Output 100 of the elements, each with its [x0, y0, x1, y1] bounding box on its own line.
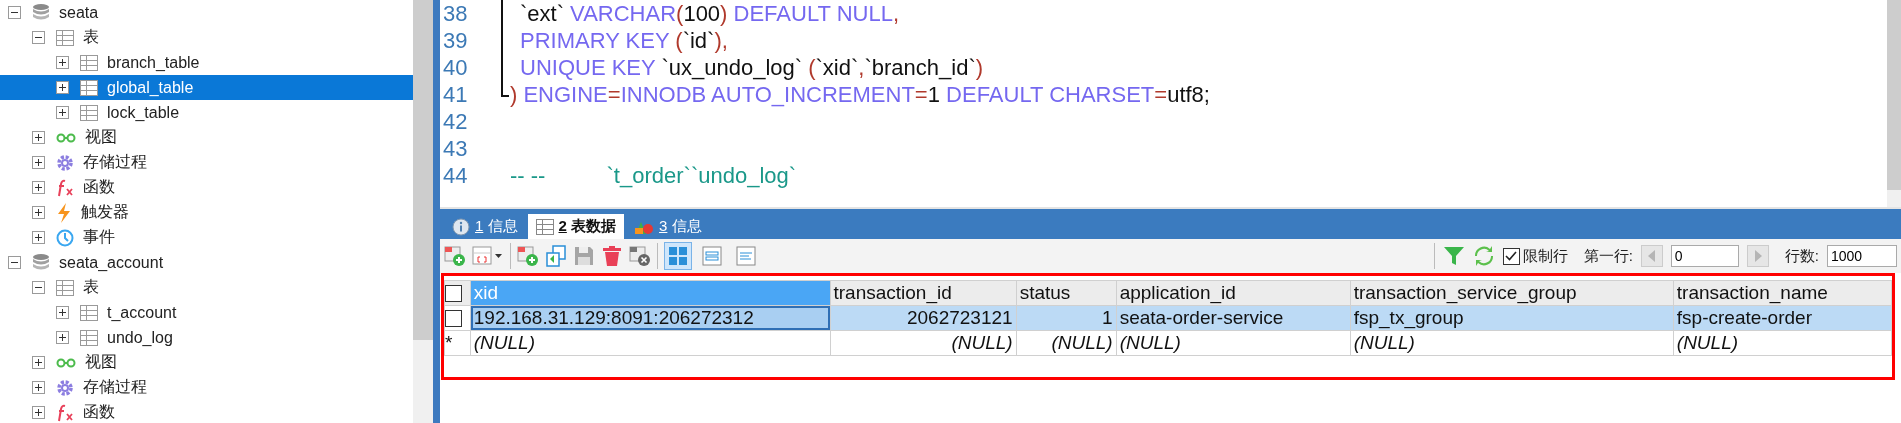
column-menu-icon[interactable]: [472, 245, 504, 267]
table-cell[interactable]: (NULL): [470, 330, 830, 356]
column-header[interactable]: application_id: [1116, 280, 1351, 306]
tree-label: 存储过程: [83, 377, 147, 397]
row-count-field[interactable]: 1000: [1827, 245, 1897, 267]
checkbox[interactable]: [1502, 247, 1520, 265]
expander-icon[interactable]: [56, 306, 69, 319]
code-line: -- -- `t_order``undo_log`: [510, 162, 797, 189]
tree-item[interactable]: 表: [0, 25, 413, 50]
expander-icon[interactable]: [56, 106, 69, 119]
checkbox[interactable]: [445, 310, 462, 328]
expander-icon[interactable]: [8, 6, 21, 19]
trash-icon[interactable]: [601, 245, 623, 267]
expander-icon[interactable]: [32, 181, 45, 194]
tree-item[interactable]: 存储过程: [0, 150, 413, 175]
field-label: 第一行:: [1583, 246, 1633, 266]
table-icon: [535, 218, 554, 235]
table-cell[interactable]: fsp-create-order: [1673, 305, 1892, 331]
result-tab[interactable]: 1 信息: [444, 214, 526, 239]
tree-label: undo_log: [107, 328, 173, 347]
right-triangle-icon: [1753, 250, 1762, 262]
tree-item[interactable]: seata: [0, 0, 413, 25]
tree-item[interactable]: 函数: [0, 400, 413, 423]
code-line: `ext` VARCHAR(100) DEFAULT NULL,: [519, 0, 900, 27]
expander-icon[interactable]: [32, 31, 45, 44]
tree-item[interactable]: 表: [0, 275, 413, 300]
tree-label: t_account: [107, 303, 177, 322]
column-header[interactable]: status: [1016, 280, 1117, 306]
table-icon: [80, 304, 98, 321]
result-tab[interactable]: 2 表数据: [527, 214, 625, 239]
column-header[interactable]: transaction_name: [1673, 280, 1892, 306]
line-number: 40: [442, 54, 469, 81]
expander-icon[interactable]: [8, 256, 21, 269]
grid-view-button[interactable]: [664, 242, 692, 270]
function-icon: [56, 178, 74, 197]
expander-icon[interactable]: [32, 131, 45, 144]
line-number: 39: [442, 27, 469, 54]
expander-icon[interactable]: [56, 81, 69, 94]
column-header[interactable]: transaction_id: [830, 280, 1017, 306]
expander-icon[interactable]: [32, 156, 45, 169]
expander-icon[interactable]: [56, 331, 69, 344]
line-number: 38: [442, 0, 469, 27]
tree-item[interactable]: branch_table: [0, 50, 413, 75]
tree-label: 函数: [83, 177, 115, 197]
tree-item[interactable]: t_account: [0, 300, 413, 325]
table-cell[interactable]: 2062723121: [830, 305, 1017, 331]
tree-item[interactable]: undo_log: [0, 325, 413, 350]
table-icon: [80, 54, 98, 71]
expander-icon[interactable]: [32, 406, 45, 419]
checkbox-label: 限制行: [1522, 246, 1568, 266]
tree-item[interactable]: 视图: [0, 125, 413, 150]
table-cell[interactable]: (NULL): [1116, 330, 1351, 356]
expander-icon[interactable]: [32, 206, 45, 219]
tree-item[interactable]: seata_account: [0, 250, 413, 275]
expander-icon[interactable]: [32, 231, 45, 244]
expander-icon[interactable]: [32, 281, 45, 294]
copy-icon[interactable]: [545, 245, 567, 267]
first-row-field[interactable]: 0: [1670, 245, 1739, 267]
tree-item[interactable]: 存储过程: [0, 375, 413, 400]
gear-icon: [56, 153, 74, 172]
table-cell[interactable]: 1: [1016, 305, 1117, 331]
tree-item[interactable]: 事件: [0, 225, 413, 250]
tree-label: 事件: [83, 227, 115, 247]
glasses-icon: [56, 132, 76, 143]
table-cell[interactable]: (NULL): [1673, 330, 1892, 356]
text-view-icon: [736, 246, 756, 266]
line-number: 41: [442, 81, 469, 108]
table-cell[interactable]: (NULL): [1350, 330, 1674, 356]
clock-icon: [56, 228, 74, 247]
table-cell[interactable]: (NULL): [830, 330, 1017, 356]
grid-icon: [668, 246, 688, 266]
table-cell[interactable]: fsp_tx_group: [1350, 305, 1674, 331]
column-header[interactable]: transaction_service_group: [1350, 280, 1674, 306]
table-icon: [80, 104, 98, 121]
function-icon: [56, 403, 74, 422]
table-cell[interactable]: seata-order-service: [1116, 305, 1351, 331]
tree-item[interactable]: 触发器: [0, 200, 413, 225]
checkbox[interactable]: [445, 285, 462, 303]
expander-icon[interactable]: [56, 56, 69, 69]
scrollbar[interactable]: [1887, 0, 1901, 207]
code-line: PRIMARY KEY (`id`),: [519, 27, 728, 54]
expander-icon[interactable]: [32, 381, 45, 394]
tree-item[interactable]: lock_table: [0, 100, 413, 125]
tree-item[interactable]: 函数: [0, 175, 413, 200]
scrollbar[interactable]: [413, 0, 433, 423]
gear-icon: [56, 378, 74, 397]
table-cell[interactable]: (NULL): [1016, 330, 1117, 356]
tree-label: 视图: [85, 127, 117, 147]
add-record-icon[interactable]: [517, 245, 539, 267]
tree-label: 视图: [85, 352, 117, 372]
expander-icon[interactable]: [32, 356, 45, 369]
tree-item[interactable]: global_table: [0, 75, 413, 100]
result-tab[interactable]: 3 信息: [626, 214, 710, 239]
tree-item[interactable]: 视图: [0, 350, 413, 375]
cancel-edit-icon[interactable]: [629, 245, 651, 267]
add-record-icon[interactable]: [444, 245, 466, 267]
tree-label: 表: [83, 27, 99, 47]
table-cell[interactable]: 192.168.31.129:8091:206272312: [470, 305, 830, 331]
tree-label: branch_table: [107, 53, 200, 72]
tree-label: 触发器: [81, 202, 129, 222]
